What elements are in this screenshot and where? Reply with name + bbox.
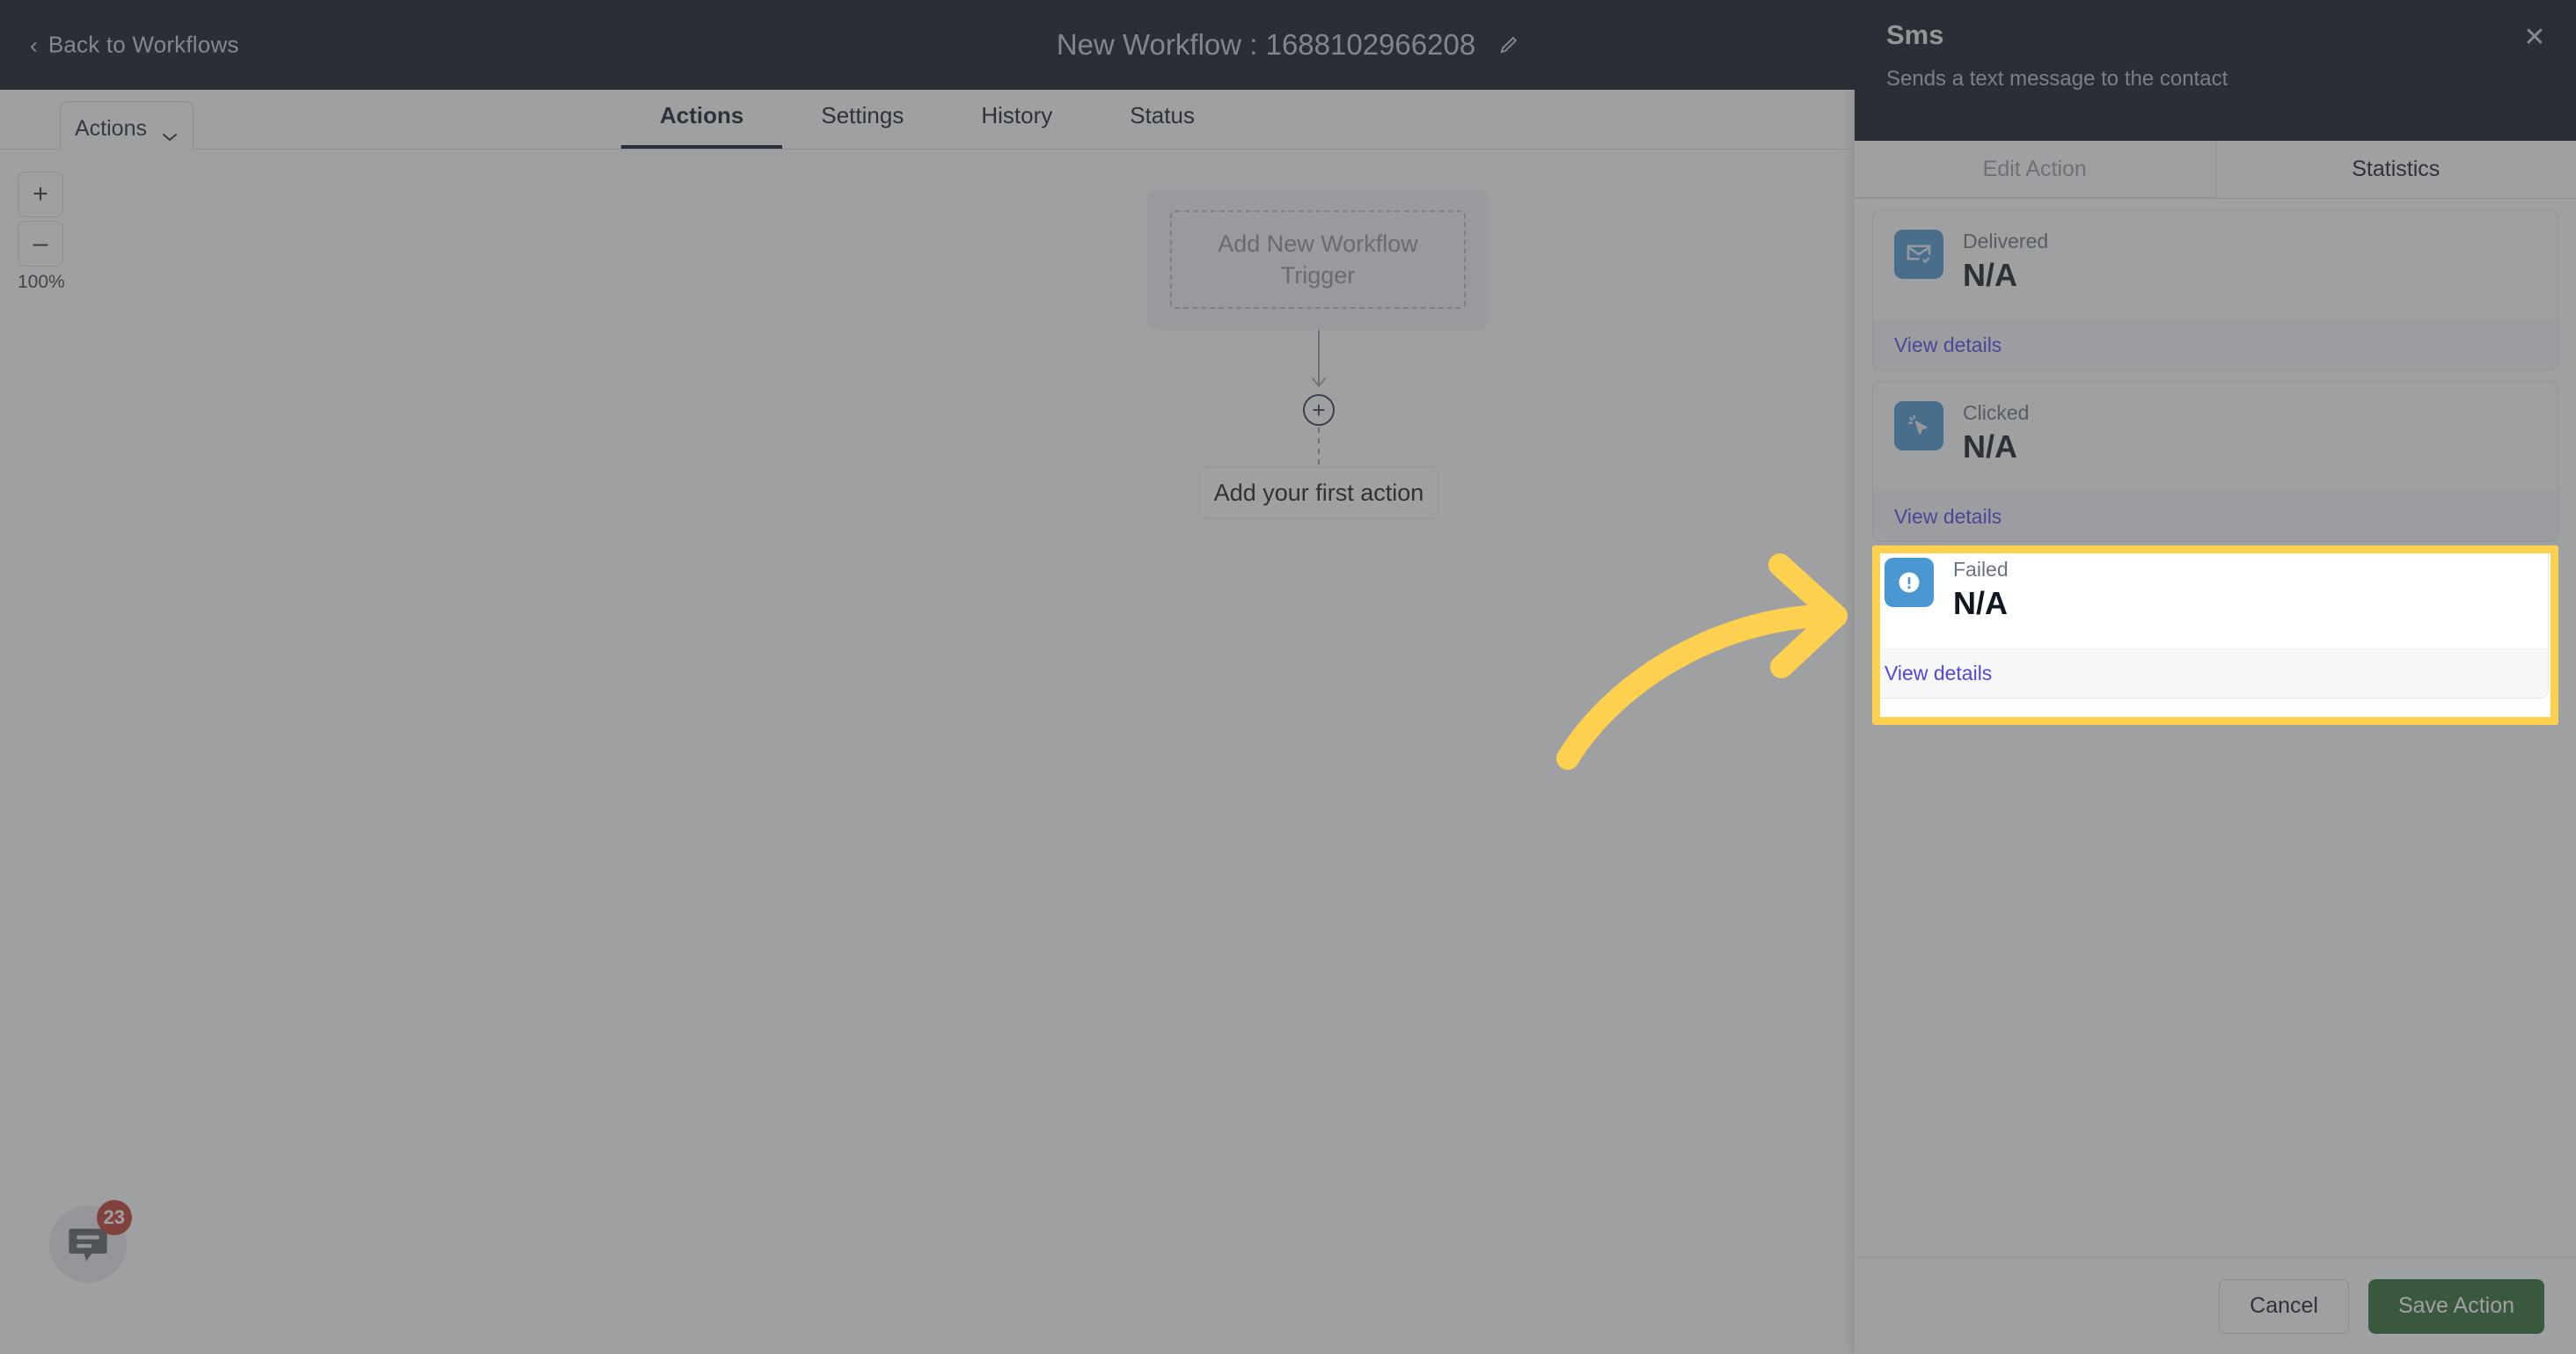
stat-card-footer: View details bbox=[1873, 663, 2558, 713]
tab-settings[interactable]: Settings bbox=[782, 102, 942, 149]
stat-value: N/A bbox=[1963, 257, 2017, 293]
stat-label: Failed bbox=[1963, 573, 2018, 596]
view-details-link[interactable]: View details bbox=[1894, 677, 2002, 699]
stat-card-delivered[interactable]: Delivered N/A View details bbox=[1872, 209, 2558, 370]
stat-card-clicked[interactable]: Clicked N/A View details bbox=[1872, 381, 2558, 542]
stat-card-failed[interactable]: Failed N/A View details bbox=[1872, 553, 2558, 714]
chevron-down-icon bbox=[161, 123, 179, 141]
cancel-button[interactable]: Cancel bbox=[2219, 1278, 2349, 1334]
connector-dashed-line bbox=[1318, 428, 1320, 466]
action-details-panel: Sms Sends a text message to the contact … bbox=[1855, 0, 2576, 1354]
chat-unread-badge: 23 bbox=[96, 1200, 132, 1235]
zoom-level-label: 100% bbox=[18, 272, 65, 292]
stat-value: N/A bbox=[1963, 600, 2017, 636]
zoom-out-button[interactable]: – bbox=[18, 221, 63, 267]
app-root: ‹ Back to Workflows New Workflow : 16881… bbox=[0, 0, 2576, 1354]
zoom-in-button[interactable]: + bbox=[18, 172, 63, 217]
tab-edit-action[interactable]: Edit Action bbox=[1855, 141, 2216, 198]
workflow-trigger-node[interactable]: Add New Workflow Trigger bbox=[1147, 189, 1489, 330]
stat-card-footer: View details bbox=[1873, 320, 2558, 370]
add-first-action-node[interactable]: Add your first action bbox=[1199, 466, 1438, 519]
stat-card-body: Failed N/A bbox=[1873, 553, 2558, 663]
page-title: New Workflow : 1688102966208 bbox=[1056, 28, 1476, 61]
view-details-link[interactable]: View details bbox=[1894, 333, 2002, 356]
actions-dropdown-label: Actions bbox=[75, 115, 147, 141]
stat-value: N/A bbox=[1963, 428, 2017, 465]
panel-header: Sms Sends a text message to the contact … bbox=[1855, 0, 2576, 141]
panel-subtitle: Sends a text message to the contact bbox=[1886, 67, 2228, 91]
close-icon[interactable]: ✕ bbox=[2520, 23, 2550, 53]
arrow-head-icon bbox=[1310, 377, 1328, 389]
add-node-button[interactable]: + bbox=[1303, 394, 1335, 426]
actions-dropdown-button[interactable]: Actions bbox=[60, 101, 194, 156]
tab-actions[interactable]: Actions bbox=[621, 102, 783, 149]
stat-label: Clicked bbox=[1963, 401, 2030, 424]
mail-check-icon bbox=[1894, 230, 1943, 279]
panel-footer: Cancel Save Action bbox=[1855, 1257, 2576, 1354]
chevron-left-icon: ‹ bbox=[30, 32, 38, 58]
back-to-workflows-link[interactable]: ‹ Back to Workflows bbox=[30, 32, 239, 59]
zoom-controls: + – 100% bbox=[18, 172, 79, 293]
statistics-list: Delivered N/A View details Clicked N/A V… bbox=[1855, 199, 2576, 1257]
tab-history[interactable]: History bbox=[942, 102, 1091, 149]
workflow-tabs: Actions Settings History Status bbox=[0, 90, 1855, 150]
tab-status[interactable]: Status bbox=[1091, 102, 1233, 149]
cursor-click-icon bbox=[1894, 401, 1943, 450]
alert-circle-icon bbox=[1894, 573, 1943, 622]
stat-label: Delivered bbox=[1963, 230, 2049, 253]
stat-card-body: Delivered N/A bbox=[1873, 210, 2558, 320]
pencil-icon[interactable] bbox=[1498, 34, 1519, 55]
panel-title: Sms bbox=[1886, 19, 1944, 50]
workflow-canvas[interactable]: + – 100% Add New Workflow Trigger + Add … bbox=[0, 150, 1855, 1354]
workflow-title-group: New Workflow : 1688102966208 bbox=[1057, 28, 1519, 62]
stat-card-body: Clicked N/A bbox=[1873, 382, 2558, 492]
save-action-button[interactable]: Save Action bbox=[2367, 1278, 2544, 1334]
back-to-workflows-label: Back to Workflows bbox=[48, 31, 239, 58]
panel-tabs: Edit Action Statistics bbox=[1855, 141, 2576, 199]
chat-widget[interactable]: 23 bbox=[49, 1200, 132, 1283]
tab-statistics[interactable]: Statistics bbox=[2216, 141, 2576, 198]
stat-card-footer: View details bbox=[1873, 492, 2558, 541]
view-details-link[interactable]: View details bbox=[1894, 505, 2002, 528]
add-trigger-placeholder[interactable]: Add New Workflow Trigger bbox=[1170, 210, 1466, 309]
